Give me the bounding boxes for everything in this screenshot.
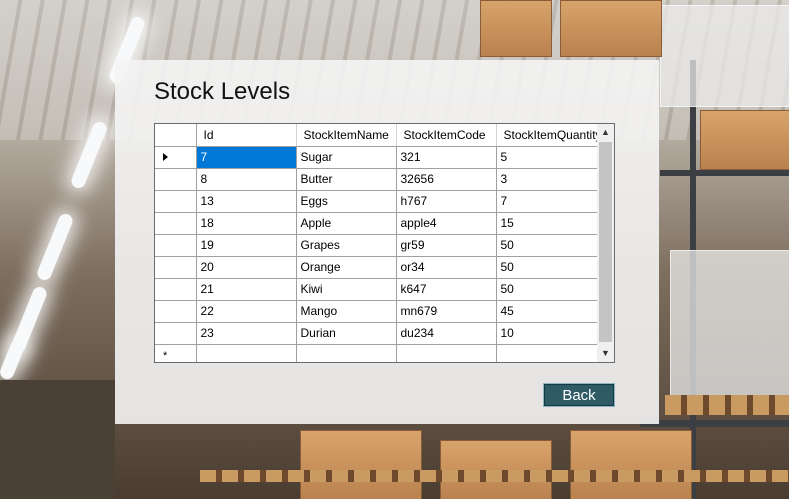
cell-id[interactable]: 7 [196, 146, 297, 169]
cell-quantity[interactable]: 50 [496, 278, 603, 301]
cell-quantity[interactable]: 10 [496, 322, 603, 345]
cell-quantity[interactable]: 3 [496, 168, 603, 191]
cell-id[interactable]: 22 [196, 300, 297, 323]
stock-grid[interactable]: Id StockItemName StockItemCode StockItem… [154, 123, 615, 363]
cell-code[interactable]: du234 [396, 322, 497, 345]
cell-code[interactable]: k647 [396, 278, 497, 301]
row-header[interactable] [155, 168, 197, 191]
rack-beam [640, 420, 789, 427]
cell-code[interactable]: mn679 [396, 300, 497, 323]
cell-id[interactable]: 21 [196, 278, 297, 301]
pallet [200, 470, 789, 482]
back-button[interactable]: Back [543, 383, 615, 407]
cell-quantity[interactable]: 5 [496, 146, 603, 169]
page-title: Stock Levels [154, 78, 291, 105]
stock-table: Id StockItemName StockItemCode StockItem… [155, 124, 603, 362]
current-row-icon [163, 153, 168, 161]
cell-quantity[interactable]: 50 [496, 234, 603, 257]
column-header-stock-item-quantity[interactable]: StockItemQuantity [496, 124, 603, 147]
new-row-header[interactable]: * [155, 344, 197, 362]
cell-code[interactable]: 32656 [396, 168, 497, 191]
table-row[interactable]: 18 Apple apple4 15 [155, 212, 603, 235]
carton [300, 430, 422, 499]
cell-id[interactable]: 23 [196, 322, 297, 345]
cell-name[interactable]: Kiwi [296, 278, 397, 301]
cell-id[interactable]: 20 [196, 256, 297, 279]
cell-code[interactable] [396, 344, 497, 362]
cell-id[interactable] [196, 344, 297, 362]
row-header[interactable] [155, 146, 197, 169]
carton [480, 0, 552, 57]
cell-name[interactable]: Sugar [296, 146, 397, 169]
cell-name[interactable]: Orange [296, 256, 397, 279]
ceiling-light [35, 211, 75, 283]
wrapped-pallet [660, 5, 789, 107]
row-header[interactable] [155, 322, 197, 345]
cell-name[interactable]: Eggs [296, 190, 397, 213]
header-row: Id StockItemName StockItemCode StockItem… [155, 124, 603, 147]
carton [700, 110, 789, 170]
row-header[interactable] [155, 278, 197, 301]
table-row[interactable]: 22 Mango mn679 45 [155, 300, 603, 323]
cell-quantity[interactable]: 7 [496, 190, 603, 213]
table-row[interactable]: 20 Orange or34 50 [155, 256, 603, 279]
row-header[interactable] [155, 190, 197, 213]
table-row[interactable]: 8 Butter 32656 3 [155, 168, 603, 191]
cell-name[interactable]: Butter [296, 168, 397, 191]
pallet [665, 395, 789, 415]
scroll-up-icon[interactable]: ▲ [597, 124, 614, 141]
cell-name[interactable]: Grapes [296, 234, 397, 257]
new-row-icon: * [163, 349, 168, 362]
cell-code[interactable]: 321 [396, 146, 497, 169]
cell-code[interactable]: apple4 [396, 212, 497, 235]
cell-id[interactable]: 19 [196, 234, 297, 257]
new-row[interactable]: * [155, 344, 603, 362]
table-row[interactable]: 21 Kiwi k647 50 [155, 278, 603, 301]
row-header[interactable] [155, 212, 197, 235]
column-header-stock-item-code[interactable]: StockItemCode [396, 124, 497, 147]
cell-id[interactable]: 13 [196, 190, 297, 213]
rack-beam [660, 170, 789, 176]
wrapped-pallet [670, 250, 789, 402]
cell-id[interactable]: 8 [196, 168, 297, 191]
column-header-id[interactable]: Id [196, 124, 297, 147]
ceiling-light [0, 338, 26, 382]
cell-code[interactable]: or34 [396, 256, 497, 279]
cell-code[interactable]: gr59 [396, 234, 497, 257]
cell-quantity[interactable]: 15 [496, 212, 603, 235]
cell-name[interactable]: Apple [296, 212, 397, 235]
cell-name[interactable]: Durian [296, 322, 397, 345]
cell-name[interactable] [296, 344, 397, 362]
cell-quantity[interactable] [496, 344, 603, 362]
column-header-stock-item-name[interactable]: StockItemName [296, 124, 397, 147]
corner-header[interactable] [155, 124, 197, 147]
stock-levels-panel: Stock Levels Id StockItemName StockItemC… [115, 60, 659, 424]
cell-id[interactable]: 18 [196, 212, 297, 235]
vertical-scrollbar[interactable]: ▲ ▼ [597, 124, 614, 362]
scroll-down-icon[interactable]: ▼ [597, 345, 614, 362]
shadow-rack [0, 380, 115, 499]
table-row[interactable]: 19 Grapes gr59 50 [155, 234, 603, 257]
carton [560, 0, 662, 57]
table-row[interactable]: 7 Sugar 321 5 [155, 146, 603, 169]
carton [570, 430, 692, 499]
row-header[interactable] [155, 234, 197, 257]
cell-quantity[interactable]: 50 [496, 256, 603, 279]
cell-code[interactable]: h767 [396, 190, 497, 213]
scrollbar-thumb[interactable] [599, 142, 612, 342]
row-header[interactable] [155, 256, 197, 279]
row-header[interactable] [155, 300, 197, 323]
cell-name[interactable]: Mango [296, 300, 397, 323]
table-row[interactable]: 23 Durian du234 10 [155, 322, 603, 345]
cell-quantity[interactable]: 45 [496, 300, 603, 323]
table-row[interactable]: 13 Eggs h767 7 [155, 190, 603, 213]
